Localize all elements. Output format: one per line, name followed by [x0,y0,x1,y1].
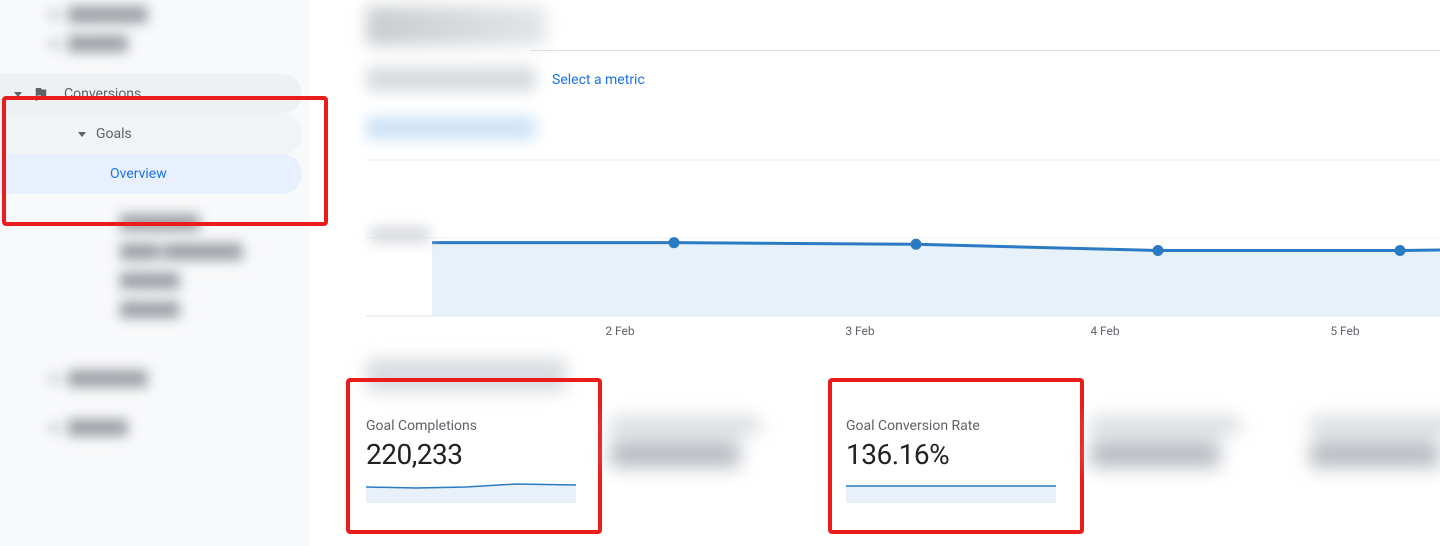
x-tick: 3 Feb [845,324,874,338]
caret-down-icon [78,132,86,137]
sidebar-item-blurred: ████████ [0,364,310,393]
metric-blurred [1310,418,1440,468]
sidebar-item-blurred: ██████ [0,29,310,58]
metric-value: 136.16% [846,438,1056,471]
app-root: ████████ ██████ Conversions Goals Overvi… [0,0,1440,546]
x-tick: 5 Feb [1330,324,1359,338]
sidebar-item-blurred: ██████ [0,266,310,295]
sidebar-item-conversions[interactable]: Conversions [0,74,302,114]
sidebar-item-blurred: ████████ [0,208,310,237]
metric-title: Goal Completions [366,418,576,434]
metric-blurred [610,418,760,468]
sidebar-label-goals: Goals [96,126,132,142]
line-chart [366,140,1440,346]
select-metric-link[interactable]: Select a metric [552,72,645,88]
sidebar-item-blurred: ██████ [0,295,310,324]
y-tick-blurred [370,226,430,244]
divider [530,50,1440,51]
metric-goal-conversion-rate[interactable]: Goal Conversion Rate 136.16% [846,418,1056,507]
main-content: Select a metric 2 Feb 3 Feb 4 Feb 5 Feb … [310,0,1440,546]
chart-svg [366,140,1440,346]
sidebar-label-conversions: Conversions [64,86,141,102]
metric-value: 220,233 [366,438,576,471]
page-title-blurred [366,6,546,46]
legend-blurred [366,116,536,140]
caret-down-icon [14,92,22,97]
flag-icon [32,85,50,103]
sidebar-item-blurred: ████ ████████ [0,237,310,266]
x-tick: 4 Feb [1090,324,1119,338]
sidebar-item-blurred: ████████ [0,0,310,29]
sidebar-item-blurred: ██████ [0,413,310,442]
sidebar-item-overview[interactable]: Overview [0,154,302,194]
metric-goal-completions[interactable]: Goal Completions 220,233 [366,418,576,507]
metric-selector-blurred [366,66,536,92]
metric-blurred [1090,418,1240,468]
x-tick: 2 Feb [605,324,634,338]
sidebar: ████████ ██████ Conversions Goals Overvi… [0,0,310,546]
dropdown-blurred [366,358,566,392]
metric-title: Goal Conversion Rate [846,418,1056,434]
sparkline [366,477,576,503]
sidebar-group-conversions: Conversions Goals Overview [0,74,310,194]
sparkline [846,477,1056,503]
sidebar-label-overview: Overview [110,166,167,182]
sidebar-item-goals[interactable]: Goals [0,114,302,154]
